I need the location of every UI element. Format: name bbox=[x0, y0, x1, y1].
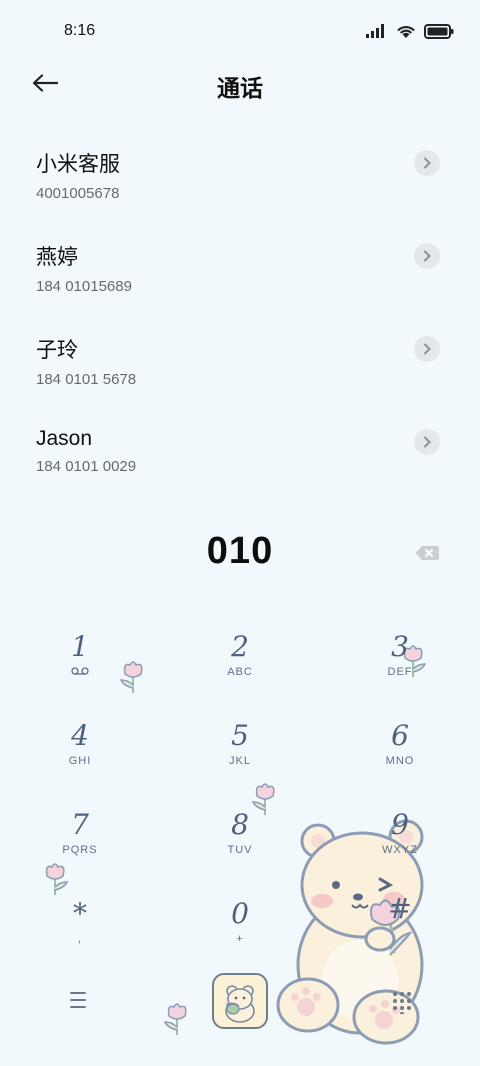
backspace-button[interactable] bbox=[414, 543, 440, 563]
key-digit: * bbox=[73, 897, 87, 930]
status-time: 8:16 bbox=[64, 22, 96, 39]
header: 通话 bbox=[0, 62, 480, 106]
key-digit: 5 bbox=[231, 719, 249, 752]
dialpad-toggle-button[interactable] bbox=[390, 990, 414, 1016]
contact-detail-button[interactable] bbox=[414, 243, 440, 269]
key-digit: 4 bbox=[71, 719, 89, 752]
contact-detail-button[interactable] bbox=[414, 150, 440, 176]
bottom-bar bbox=[0, 972, 480, 1032]
status-icons bbox=[366, 22, 454, 40]
key-letters: TUV bbox=[227, 844, 253, 856]
contact-number: 184 01015689 bbox=[36, 278, 132, 295]
contact-number: 4001005678 bbox=[36, 185, 120, 202]
key-digit: 3 bbox=[391, 630, 409, 663]
wifi-icon bbox=[397, 25, 415, 38]
contact-row[interactable]: 小米客服 4001005678 bbox=[0, 140, 480, 233]
key-digit: 1 bbox=[71, 630, 89, 663]
chevron-right-icon bbox=[424, 436, 431, 448]
key-digit: 0 bbox=[231, 897, 249, 930]
key-letters: , bbox=[77, 933, 83, 945]
key-letters: MNO bbox=[385, 755, 415, 767]
key-digit: 7 bbox=[71, 808, 89, 841]
key-letters: GHI bbox=[68, 755, 92, 767]
contact-detail-button[interactable] bbox=[414, 336, 440, 362]
contact-list: 小米客服 4001005678 燕婷 184 01015689 子玲 184 0… bbox=[0, 140, 480, 512]
key-digit: # bbox=[388, 892, 412, 925]
chevron-right-icon bbox=[424, 250, 431, 262]
chevron-right-icon bbox=[424, 343, 431, 355]
chevron-right-icon bbox=[424, 157, 431, 169]
contact-name: Jason bbox=[36, 427, 93, 450]
signal-icon bbox=[366, 24, 384, 38]
status-bar: 8:16 bbox=[0, 0, 480, 62]
key-8[interactable]: 8 TUV bbox=[180, 808, 300, 888]
page-title: 通话 bbox=[217, 75, 263, 101]
key-1[interactable]: 1 bbox=[20, 630, 140, 710]
voicemail-icon bbox=[20, 666, 140, 680]
contact-row[interactable]: Jason 184 0101 0029 bbox=[0, 419, 480, 512]
key-letters: ABC bbox=[227, 666, 253, 678]
contact-row[interactable]: 子玲 184 0101 5678 bbox=[0, 326, 480, 419]
call-button[interactable] bbox=[212, 973, 268, 1029]
key-hash[interactable]: # bbox=[340, 892, 460, 972]
menu-button[interactable] bbox=[64, 986, 92, 1014]
key-9[interactable]: 9 WXYZ bbox=[340, 808, 460, 888]
key-5[interactable]: 5 JKL bbox=[180, 719, 300, 799]
menu-icon-line bbox=[70, 1006, 86, 1008]
key-letters: DEF bbox=[387, 666, 413, 678]
key-7[interactable]: 7 PQRS bbox=[20, 808, 140, 888]
contact-number: 184 0101 5678 bbox=[36, 371, 137, 388]
key-letters: PQRS bbox=[62, 844, 98, 856]
key-letters: WXYZ bbox=[382, 844, 418, 856]
contact-row[interactable]: 燕婷 184 01015689 bbox=[0, 233, 480, 326]
key-digit: 2 bbox=[231, 630, 249, 663]
contact-number: 184 0101 0029 bbox=[36, 458, 137, 475]
key-4[interactable]: 4 GHI bbox=[20, 719, 140, 799]
key-6[interactable]: 6 MNO bbox=[340, 719, 460, 799]
key-digit: 9 bbox=[391, 808, 409, 841]
key-2[interactable]: 2 ABC bbox=[180, 630, 300, 710]
backspace-icon bbox=[415, 546, 439, 560]
key-digit: 8 bbox=[231, 808, 249, 841]
key-letters bbox=[340, 928, 460, 942]
menu-icon-line bbox=[70, 992, 86, 994]
menu-icon-line bbox=[70, 999, 86, 1001]
key-letters: JKL bbox=[229, 755, 251, 767]
contact-detail-button[interactable] bbox=[414, 429, 440, 455]
dialed-number-input[interactable]: 010 bbox=[0, 530, 480, 573]
key-0[interactable]: 0 + bbox=[180, 897, 300, 977]
dialpad-icon bbox=[393, 992, 411, 1016]
battery-icon bbox=[424, 23, 454, 39]
key-star[interactable]: * , bbox=[20, 897, 140, 977]
key-3[interactable]: 3 DEF bbox=[340, 630, 460, 710]
call-icon bbox=[225, 985, 255, 1023]
key-letters: + bbox=[236, 933, 244, 945]
key-digit: 6 bbox=[391, 719, 409, 752]
